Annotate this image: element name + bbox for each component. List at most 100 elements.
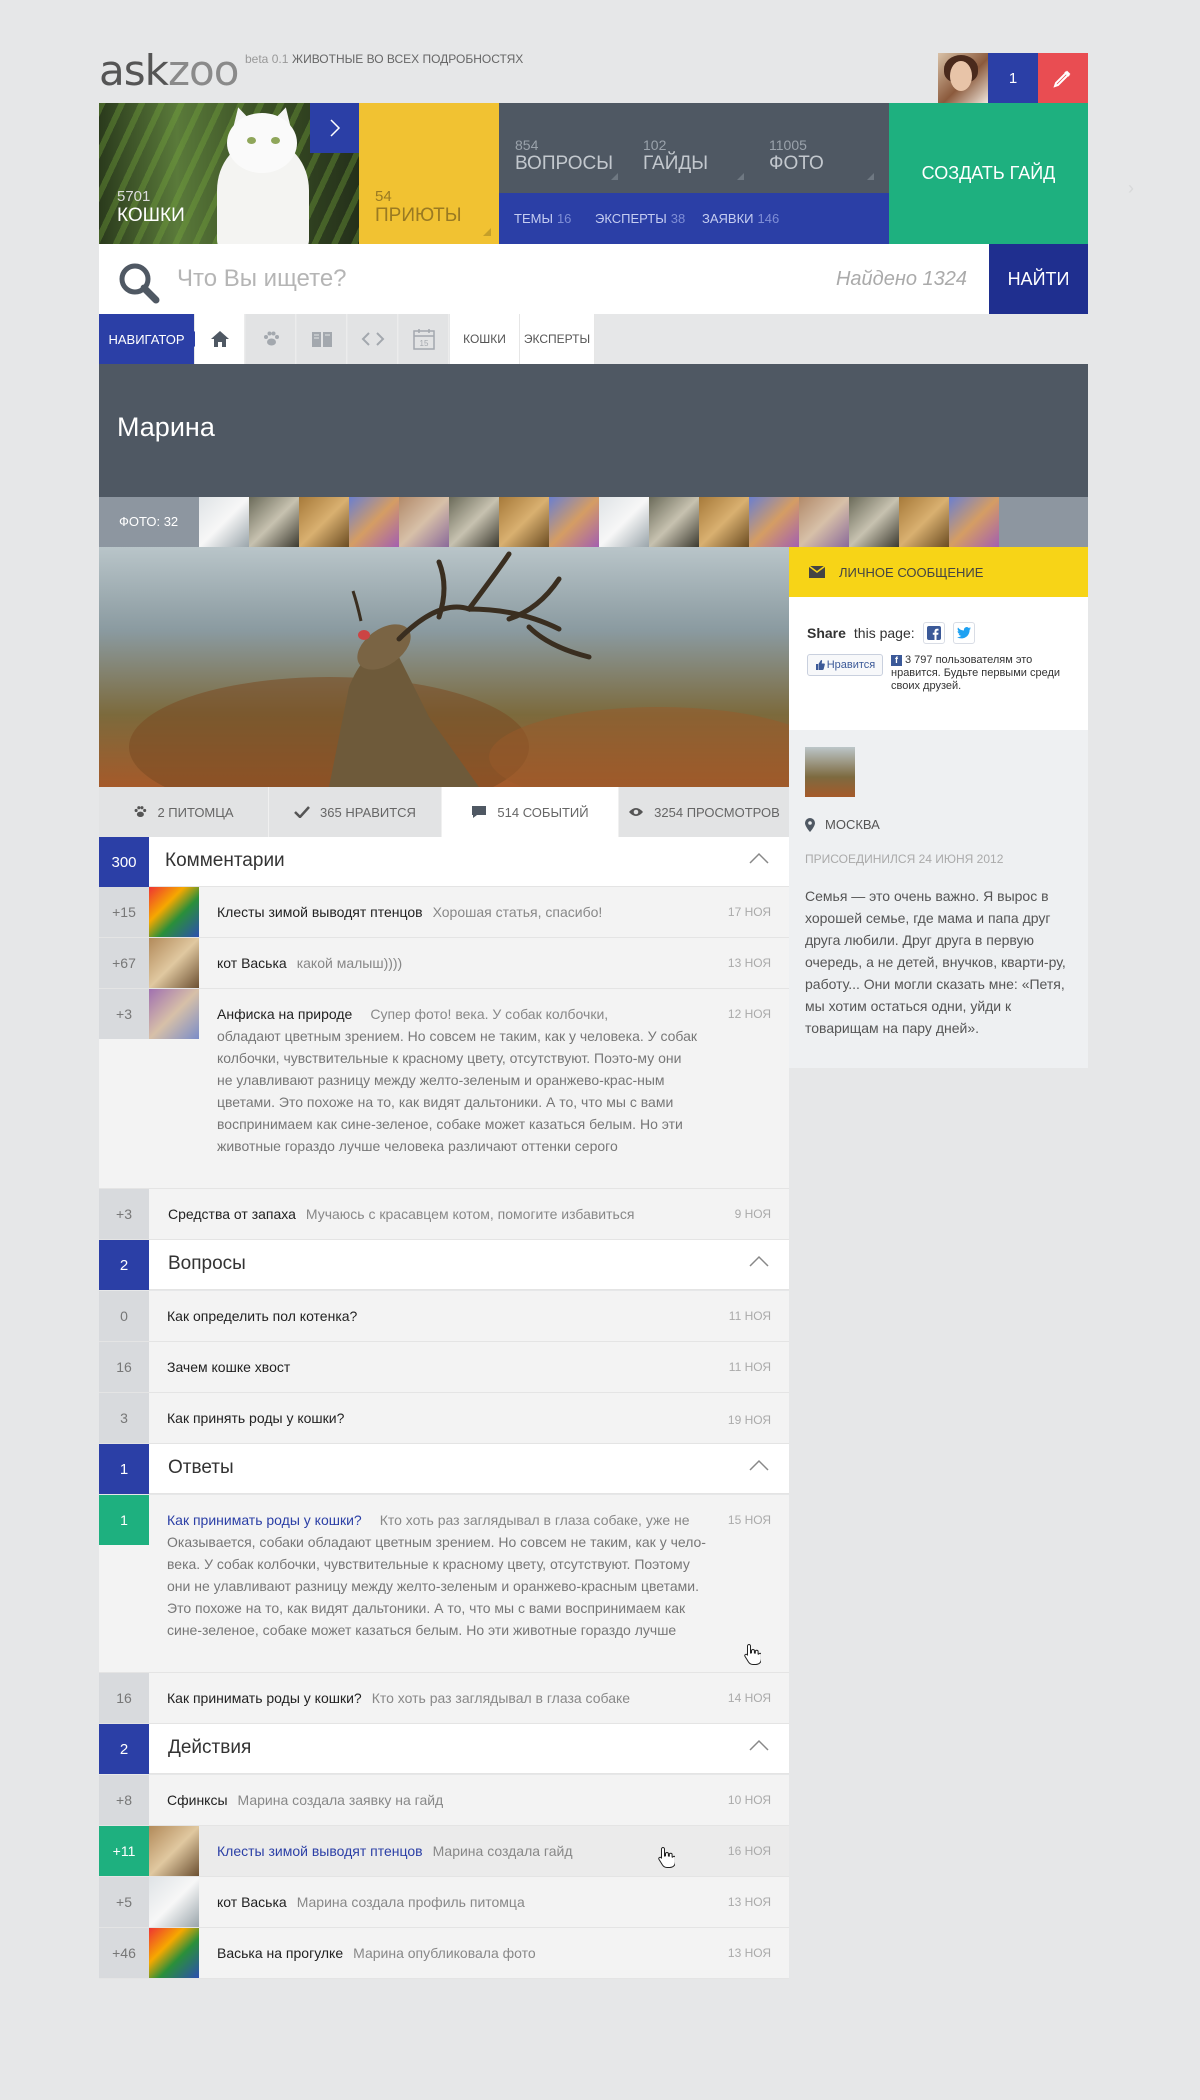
question-title[interactable]: Как определить пол котенка? [167, 1305, 357, 1327]
twitter-share-button[interactable] [952, 622, 975, 644]
action-row[interactable]: +11 Клесты зимой выводят птенцов Марина с… [99, 1826, 789, 1877]
actions-count: 2 [99, 1724, 149, 1774]
question-date: 11 НОЯ [728, 1309, 771, 1323]
question-title[interactable]: Зачем кошке хвост [167, 1356, 290, 1378]
user-avatar[interactable] [938, 53, 988, 103]
photo-thumb[interactable] [449, 497, 499, 547]
action-body: Марина создала профиль питомца [296, 1894, 525, 1910]
photo-thumb[interactable] [599, 497, 649, 547]
comment-row[interactable]: +3 Средства от запаха Мучаюсь с красавцем… [99, 1189, 789, 1240]
photo-thumb[interactable] [849, 497, 899, 547]
photo-thumb[interactable] [399, 497, 449, 547]
stat-likes[interactable]: 365 НРАВИТСЯ [269, 787, 442, 837]
answer-title[interactable]: Как принимать роды у кошки? [167, 1690, 362, 1706]
kitten-thumb [149, 1826, 199, 1876]
action-title[interactable]: Васька на прогулке [217, 1945, 343, 1961]
nav-home-button[interactable] [195, 314, 245, 364]
comment-title[interactable]: кот Васька [217, 955, 287, 971]
comment-score: +3 [99, 989, 149, 1039]
comment-row[interactable]: +3 Анфиска на природе Супер фото! века. У… [99, 989, 789, 1189]
avatar[interactable] [805, 747, 855, 797]
tile-guides-count: 102 [643, 137, 667, 153]
breadcrumb-cats[interactable]: КОШКИ [450, 314, 520, 364]
stat-events[interactable]: 514 СОБЫТИЙ [442, 787, 619, 837]
thumbs-up-icon [815, 660, 825, 670]
search-button[interactable]: НАЙТИ [989, 244, 1088, 314]
subnav-topics[interactable]: ТЕМЫ 16 [514, 211, 571, 226]
compose-button[interactable] [1038, 53, 1088, 103]
tile-shelters[interactable]: 54 ПРИЮТЫ [359, 103, 499, 244]
photo-thumb[interactable] [949, 497, 999, 547]
nav-calendar-button[interactable]: 15 [399, 314, 449, 364]
action-row[interactable]: +8 Сфинксы Марина создала заявку на гайд … [99, 1775, 789, 1826]
chevron-up-icon[interactable] [749, 1255, 769, 1267]
photo-thumb[interactable] [249, 497, 299, 547]
tile-photos-label: ФОТО [769, 153, 824, 174]
search-input[interactable] [177, 258, 777, 300]
comment-row[interactable]: +67 кот Васька какой малыш)))) 13 НОЯ [99, 938, 789, 989]
action-title-link[interactable]: Клесты зимой выводят птенцов [217, 1843, 423, 1859]
action-score: +5 [99, 1877, 149, 1927]
nav-pets-button[interactable] [246, 314, 296, 364]
question-row[interactable]: 3 Как принять роды у кошки? 19 НОЯ [99, 1393, 789, 1444]
chevron-up-icon[interactable] [749, 852, 769, 864]
main-photo[interactable] [99, 547, 789, 787]
photo-thumb[interactable] [749, 497, 799, 547]
breadcrumb-experts[interactable]: ЭКСПЕРТЫ [520, 314, 595, 364]
stat-views[interactable]: 3254 ПРОСМОТРОВ [619, 787, 789, 837]
facebook-icon [926, 626, 941, 640]
tile-questions-count: 854 [515, 137, 539, 153]
photo-thumb[interactable] [899, 497, 949, 547]
action-score: +46 [99, 1928, 149, 1978]
tile-photos[interactable]: 11005 ФОТО [769, 137, 824, 175]
question-row[interactable]: 0 Как определить пол котенка? 11 НОЯ [99, 1291, 789, 1342]
photo-thumb[interactable] [549, 497, 599, 547]
comment-title[interactable]: Анфиска на природе [217, 1006, 352, 1022]
comment-title[interactable]: Средства от запаха [168, 1206, 296, 1222]
chevron-up-icon[interactable] [749, 1459, 769, 1471]
comment-body: какой малыш)))) [296, 955, 403, 971]
tile-questions[interactable]: 854 ВОПРОСЫ [515, 137, 613, 175]
answer-row[interactable]: 1 Как принимать роды у кошки? Кто хоть ра… [99, 1495, 789, 1673]
photo-thumb[interactable] [349, 497, 399, 547]
facebook-like-button[interactable]: Нравится [807, 654, 883, 676]
comments-section-header[interactable]: 300 Комментарии [99, 837, 789, 887]
tile-guides[interactable]: 102 ГАЙДЫ [643, 137, 708, 175]
photo-thumb[interactable] [299, 497, 349, 547]
photo-thumb[interactable] [199, 497, 249, 547]
notifications-button[interactable]: 1 [988, 53, 1038, 103]
chevron-right-icon[interactable]: › [1128, 178, 1134, 199]
photo-thumb[interactable] [799, 497, 849, 547]
photo-thumb[interactable] [649, 497, 699, 547]
stat-pets[interactable]: 2 ПИТОМЦА [99, 787, 269, 837]
personal-message-button[interactable]: ЛИЧНОЕ СООБЩЕНИЕ [789, 547, 1088, 597]
facebook-share-button[interactable] [922, 622, 945, 644]
comment-date: 13 НОЯ [727, 956, 771, 970]
comment-row[interactable]: +15 Клесты зимой выводят птенцов Хорошая … [99, 887, 789, 938]
tile-guides-label: ГАЙДЫ [643, 153, 709, 174]
tile-stats: 854 ВОПРОСЫ 102 ГАЙДЫ 11005 ФОТО [499, 103, 889, 193]
subnav-requests[interactable]: ЗАЯВКИ 146 [702, 211, 779, 226]
comment-title[interactable]: Клесты зимой выводят птенцов [217, 904, 423, 920]
tile-next-button[interactable] [310, 103, 359, 153]
nav-guides-button[interactable] [297, 314, 347, 364]
action-row[interactable]: +5 кот Васька Марина создала профиль пито… [99, 1877, 789, 1928]
actions-section-header[interactable]: 2 Действия [99, 1724, 789, 1774]
action-title[interactable]: кот Васька [217, 1894, 287, 1910]
answer-title-link[interactable]: Как принимать роды у кошки? [167, 1512, 362, 1528]
action-row[interactable]: +46 Васька на прогулке Марина опубликовал… [99, 1928, 789, 1979]
logo[interactable]: askzoo [99, 50, 239, 92]
answers-section-header[interactable]: 1 Ответы [99, 1444, 789, 1494]
answer-row[interactable]: 16 Как принимать роды у кошки? Кто хоть р… [99, 1673, 789, 1724]
photo-thumb[interactable] [499, 497, 549, 547]
action-title[interactable]: Сфинксы [167, 1792, 228, 1808]
question-title[interactable]: Как принять роды у кошки? [167, 1407, 344, 1429]
create-guide-button[interactable]: СОЗДАТЬ ГАЙД [889, 103, 1088, 244]
subnav-requests-label: ЗАЯВКИ [702, 211, 754, 226]
photo-thumb[interactable] [699, 497, 749, 547]
questions-section-header[interactable]: 2 Вопросы [99, 1240, 789, 1290]
subnav-experts[interactable]: ЭКСПЕРТЫ 38 [595, 211, 685, 226]
chevron-up-icon[interactable] [749, 1739, 769, 1751]
question-row[interactable]: 16 Зачем кошке хвост 11 НОЯ [99, 1342, 789, 1393]
nav-code-button[interactable] [348, 314, 398, 364]
